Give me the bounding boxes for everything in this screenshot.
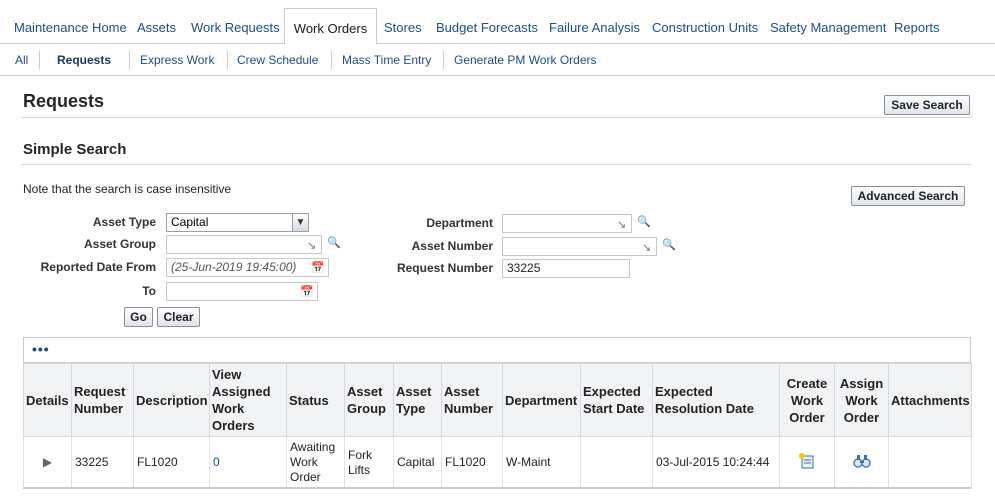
sub-navigation: All Requests Express Work Crew Schedule …: [0, 44, 995, 76]
cell-expected-resolution: 03-Jul-2015 10:24:44: [652, 436, 780, 489]
col-create-work-order: Create Work Order: [779, 363, 835, 437]
department-input[interactable]: [502, 214, 632, 233]
cell-asset-type: Capital: [393, 436, 442, 489]
col-details: Details: [23, 363, 72, 437]
asset-number-input[interactable]: [502, 237, 657, 256]
asset-type-select[interactable]: Capital ▼: [166, 213, 309, 232]
asset-group-input[interactable]: [166, 235, 322, 254]
lov-arrow-icon: ↘: [307, 240, 317, 252]
col-asset-group[interactable]: Asset Group: [344, 363, 394, 437]
details-toggle[interactable]: ▶: [23, 436, 72, 489]
reported-date-placeholder: (25-Jun-2019 19:45:00): [171, 260, 297, 274]
cell-expected-start: [580, 436, 653, 489]
subtab-all[interactable]: All: [15, 53, 28, 67]
case-note: Note that the search is case insensitive: [23, 182, 232, 196]
request-number-input[interactable]: 33225: [502, 259, 630, 278]
col-expected-start[interactable]: Expected Start Date: [580, 363, 653, 437]
section-divider: [21, 164, 972, 165]
subtab-divider: [129, 51, 130, 69]
cell-department: W-Maint: [502, 436, 581, 489]
lov-arrow-icon: ↘: [617, 219, 627, 231]
advanced-search-button[interactable]: Advanced Search: [851, 186, 965, 206]
col-asset-number[interactable]: Asset Number: [441, 363, 503, 437]
tab-failure-analysis[interactable]: Failure Analysis: [543, 0, 646, 44]
tab-safety-management[interactable]: Safety Management: [764, 0, 892, 44]
disclosure-triangle-icon[interactable]: ▶: [43, 455, 52, 469]
results-table: Details Request Number Description View …: [23, 363, 972, 489]
col-department[interactable]: Department: [502, 363, 581, 437]
view-assigned-link[interactable]: 0: [213, 455, 220, 469]
cell-view-assigned: 0: [209, 436, 287, 489]
cell-request-number: 33225: [71, 436, 134, 489]
cell-asset-group: Fork Lifts: [344, 436, 394, 489]
subtab-requests[interactable]: Requests: [57, 53, 111, 67]
col-view-assigned: View Assigned Work Orders: [209, 363, 287, 437]
tab-work-orders[interactable]: Work Orders: [284, 8, 377, 45]
col-expected-resolution[interactable]: Expected Resolution Date: [652, 363, 780, 437]
page-title: Requests: [23, 91, 105, 111]
tab-budget-forecasts[interactable]: Budget Forecasts: [430, 0, 544, 44]
table-bottom-border: [23, 487, 971, 489]
table-toolbar: •••: [23, 337, 971, 363]
asset-number-label: Asset Number: [411, 239, 493, 253]
subtab-divider: [331, 51, 332, 69]
main-tab-bar: Maintenance Home Assets Work Requests Wo…: [0, 0, 995, 45]
chevron-down-icon: ▼: [292, 214, 308, 231]
subtab-generate-pm-work-orders[interactable]: Generate PM Work Orders: [454, 53, 597, 67]
to-date-input[interactable]: [166, 282, 318, 301]
subtab-divider: [443, 51, 444, 69]
subtab-mass-time-entry[interactable]: Mass Time Entry: [342, 53, 431, 67]
table-row: ▶ 33225 FL1020 0 Awaiting Work Order For…: [23, 436, 972, 489]
tab-work-requests[interactable]: Work Requests: [185, 0, 286, 44]
create-work-order-icon[interactable]: [798, 452, 816, 470]
calendar-icon[interactable]: 📅: [311, 261, 325, 274]
request-number-label: Request Number: [396, 261, 493, 275]
cell-create-work-order: [779, 436, 835, 489]
clear-button[interactable]: Clear: [157, 307, 200, 327]
tab-stores[interactable]: Stores: [378, 0, 428, 44]
department-label: Department: [426, 216, 493, 230]
col-asset-type[interactable]: Asset Type: [393, 363, 442, 437]
tab-reports[interactable]: Reports: [888, 0, 946, 44]
to-date-label: To: [142, 284, 156, 298]
cell-attachments: [888, 436, 972, 489]
tab-assets[interactable]: Assets: [131, 0, 182, 44]
subtab-divider: [227, 51, 228, 69]
cell-status: Awaiting Work Order: [286, 436, 345, 489]
col-attachments: Attachments: [888, 363, 972, 437]
subtab-divider: [39, 51, 40, 69]
flashlight-search-icon[interactable]: 🔍: [327, 236, 341, 249]
cell-description: FL1020: [133, 436, 210, 489]
section-title: Simple Search: [23, 141, 127, 158]
reported-date-from-label: Reported Date From: [40, 260, 156, 274]
cell-assign-work-order: [834, 436, 889, 489]
flashlight-search-icon[interactable]: 🔍: [637, 215, 651, 228]
subtab-express-work[interactable]: Express Work: [140, 53, 214, 67]
tab-construction-units[interactable]: Construction Units: [646, 0, 764, 44]
cell-asset-number: FL1020: [441, 436, 503, 489]
col-request-number[interactable]: Request Number: [71, 363, 134, 437]
lov-arrow-icon: ↘: [642, 242, 652, 254]
save-search-button[interactable]: Save Search: [884, 95, 970, 115]
title-divider: [21, 117, 972, 118]
asset-type-label: Asset Type: [92, 215, 156, 229]
asset-type-value: Capital: [171, 215, 209, 229]
table-header-row: Details Request Number Description View …: [23, 363, 972, 437]
col-assign-work-order: Assign Work Order: [834, 363, 889, 437]
go-button[interactable]: Go: [124, 307, 153, 327]
calendar-icon[interactable]: 📅: [300, 285, 314, 298]
more-options-icon[interactable]: •••: [32, 341, 50, 357]
col-status[interactable]: Status: [286, 363, 345, 437]
flashlight-search-icon[interactable]: 🔍: [662, 238, 676, 251]
col-description[interactable]: Description: [133, 363, 210, 437]
subtab-crew-schedule[interactable]: Crew Schedule: [237, 53, 318, 67]
reported-date-from-input[interactable]: (25-Jun-2019 19:45:00): [166, 258, 329, 277]
asset-group-label: Asset Group: [83, 237, 156, 251]
assign-work-order-icon[interactable]: [852, 452, 871, 470]
tab-maintenance-home[interactable]: Maintenance Home: [8, 0, 133, 44]
